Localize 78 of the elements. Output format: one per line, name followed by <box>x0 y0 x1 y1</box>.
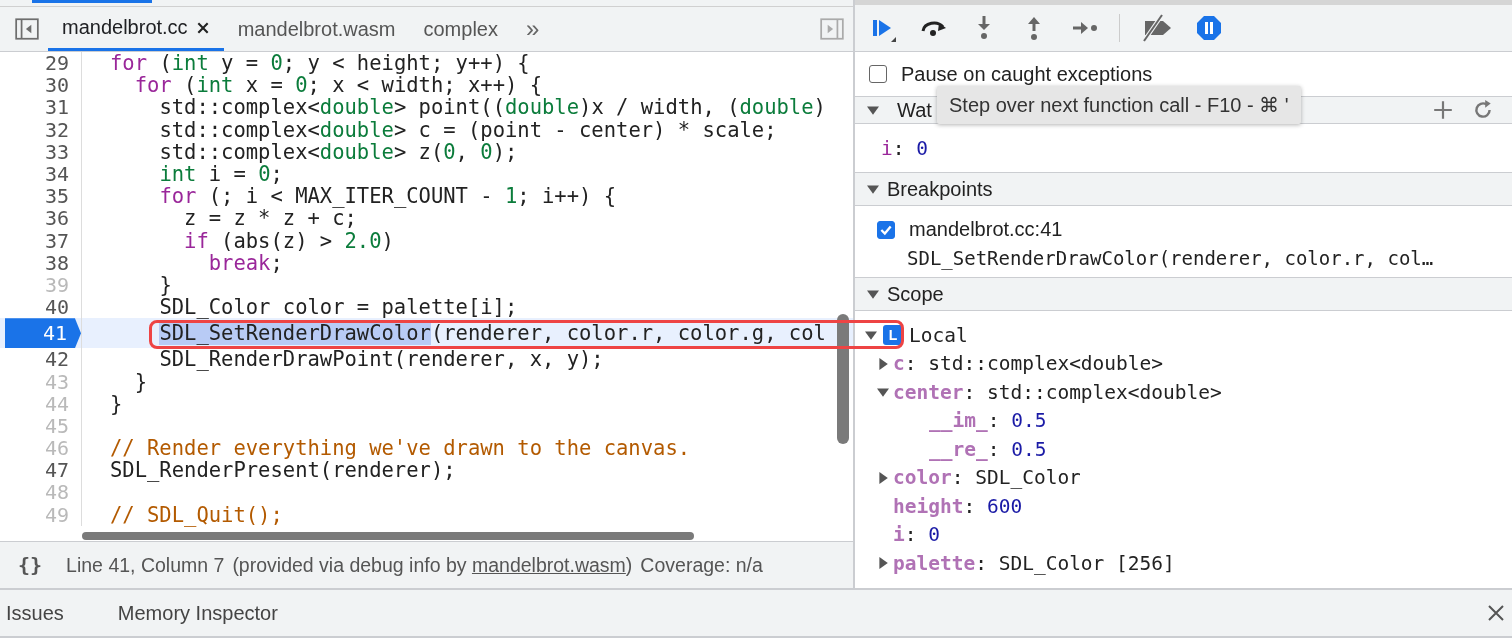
line-number[interactable]: 30 <box>44 73 81 98</box>
section-header[interactable]: Scope <box>855 277 1512 311</box>
drawer-tab[interactable]: Memory Inspector <box>117 601 278 625</box>
line-number[interactable]: 47 <box>44 458 81 483</box>
line-number[interactable]: 34 <box>44 162 81 187</box>
line-number[interactable]: 33 <box>44 139 81 164</box>
breakpoint-location[interactable]: mandelbrot.cc:41 <box>909 218 1063 241</box>
code-line: } <box>158 272 172 297</box>
code-line: std::complex<double> point((double)x / width, (double) <box>158 95 826 120</box>
line-number[interactable]: 42 <box>44 347 81 372</box>
expanded-triangle-icon[interactable] <box>865 329 877 342</box>
line-number[interactable]: 32 <box>44 117 81 142</box>
tooltip: Step over next function call - F10 - ⌘ ' <box>937 86 1301 124</box>
breakpoint-code: SDL_SetRenderDrawColor(renderer, color.r, col… <box>906 247 1435 269</box>
expanded-triangle-icon[interactable] <box>877 386 889 399</box>
code-line: } <box>133 369 148 394</box>
variable-entry[interactable]: i: 0 <box>893 523 940 547</box>
scope-badge: L <box>883 325 903 346</box>
scope-name: Local <box>909 323 968 347</box>
scrollbar[interactable] <box>837 314 849 444</box>
code-line: std::complex<double> c = (point - center) * scale; <box>158 117 777 142</box>
refresh-icon[interactable] <box>1472 99 1494 121</box>
variable-entry[interactable]: __re_: 0.5 <box>929 437 1047 461</box>
checkbox[interactable] <box>877 220 895 239</box>
file-tab[interactable]: mandelbrot.cc <box>48 7 224 51</box>
sidebar-toggle-icon[interactable] <box>14 16 40 42</box>
line-number[interactable]: 38 <box>44 250 81 275</box>
variable-entry[interactable]: color: SDL_Color <box>893 466 1081 490</box>
more-tabs-button[interactable]: » <box>511 15 554 43</box>
add-icon[interactable] <box>1432 99 1454 121</box>
panel-toggle-icon[interactable] <box>819 16 845 42</box>
code-line: SDL_Color color = palette[i]; <box>158 295 518 320</box>
close-icon[interactable] <box>1486 603 1506 623</box>
variable-entry[interactable]: center: std::complex<double> <box>893 380 1222 404</box>
code-line: // SDL_Quit(); <box>110 502 283 527</box>
checkbox[interactable] <box>869 65 887 83</box>
code-line: } <box>110 391 123 416</box>
section-header[interactable]: Breakpoints <box>855 172 1512 206</box>
code-line: int i = 0; <box>158 162 283 187</box>
file-tab[interactable]: mandelbrot.wasm <box>223 7 410 51</box>
pause-on-exceptions-icon[interactable] <box>1194 13 1224 43</box>
code-line: SDL_SetRenderDrawColor(renderer, color.r, color.g, col <box>158 321 826 346</box>
collapsed-triangle-icon[interactable] <box>877 357 889 370</box>
variable-entry[interactable]: height: 600 <box>893 494 1023 518</box>
line-number[interactable]: 35 <box>44 184 81 209</box>
expanded-triangle-icon <box>867 183 879 195</box>
line-number[interactable]: 36 <box>44 206 81 231</box>
drawer-tab[interactable]: Issues <box>6 601 64 625</box>
code-line: for (; i < MAX_ITER_COUNT - 1; i++) { <box>158 184 617 209</box>
pretty-print-button[interactable]: {} <box>18 553 43 577</box>
collapsed-triangle-icon[interactable] <box>877 557 889 570</box>
code-line: z = z * z + c; <box>183 206 357 231</box>
code-line: SDL_RenderDrawPoint(renderer, x, y); <box>158 347 604 372</box>
line-number[interactable]: 37 <box>44 228 81 253</box>
code-line: for (int y = 0; y < height; y++) { <box>110 52 530 76</box>
cursor-position: Line 41, Column 7 <box>66 553 225 577</box>
checkbox-label: Pause on caught exceptions <box>901 62 1153 86</box>
scrollbar[interactable] <box>82 532 694 540</box>
variable-entry[interactable]: c: std::complex<double> <box>893 352 1164 376</box>
code-line: break; <box>207 250 283 275</box>
line-number[interactable]: 40 <box>44 295 81 320</box>
expanded-triangle-icon <box>867 288 879 300</box>
code-line: SDL_RenderPresent(renderer); <box>110 458 456 483</box>
collapsed-triangle-icon[interactable] <box>877 471 889 484</box>
variable-entry[interactable]: palette: SDL_Color [256] <box>893 551 1175 575</box>
code-line: if (abs(z) > 2.0) <box>183 228 394 253</box>
file-tab[interactable]: complex <box>409 7 512 51</box>
source-info: (provided via debug info by mandelbrot.wasm) <box>232 553 633 577</box>
variable-entry[interactable]: __im_: 0.5 <box>929 409 1047 433</box>
source-link[interactable]: mandelbrot.wasm <box>471 553 626 576</box>
close-icon[interactable] <box>195 20 210 35</box>
line-number[interactable]: 29 <box>44 52 81 76</box>
code-line: for (int x = 0; x < width; x++) { <box>133 73 542 98</box>
expanded-triangle-icon <box>867 104 879 116</box>
line-number[interactable]: 31 <box>44 95 81 120</box>
coverage-label: Coverage: n/a <box>640 553 763 577</box>
code-line: // Render everything we've drawn to the canvas. <box>110 436 691 461</box>
watch-expression: i: 0 <box>881 136 928 160</box>
